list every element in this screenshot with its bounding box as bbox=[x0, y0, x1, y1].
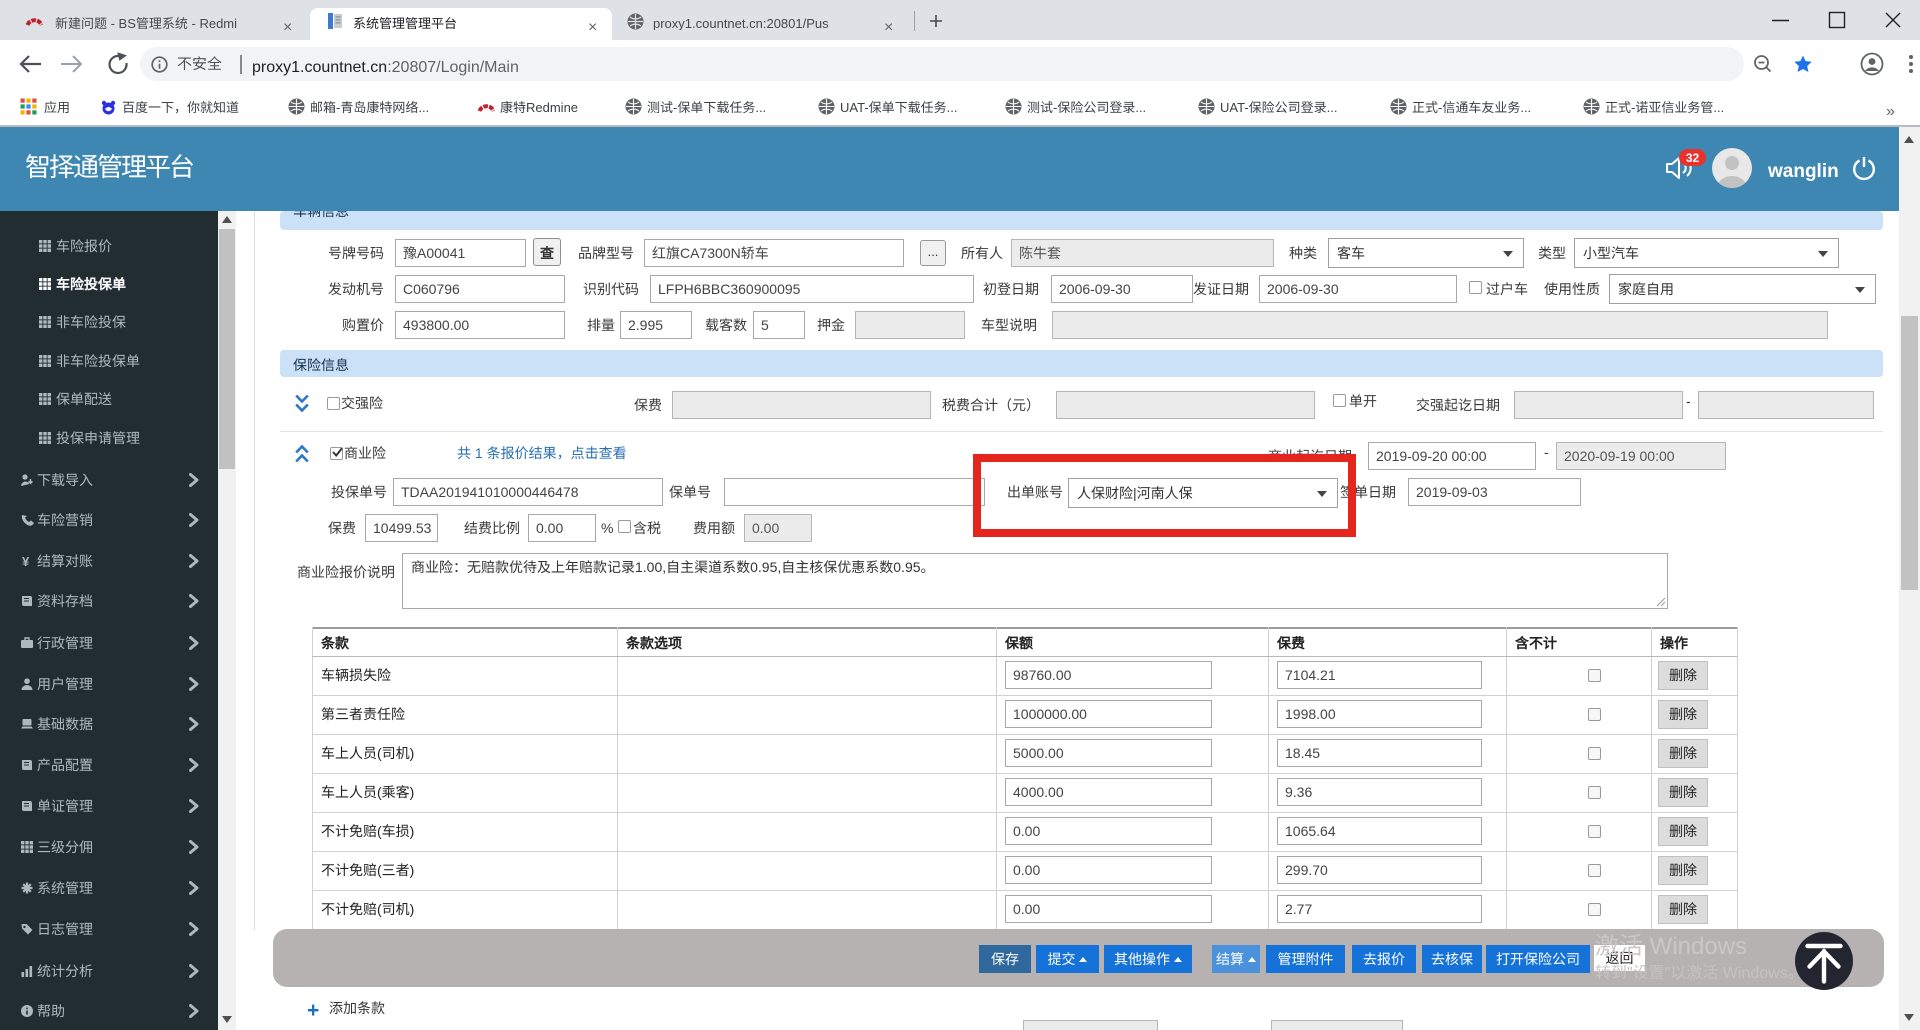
svg-text:¥: ¥ bbox=[22, 554, 30, 568]
